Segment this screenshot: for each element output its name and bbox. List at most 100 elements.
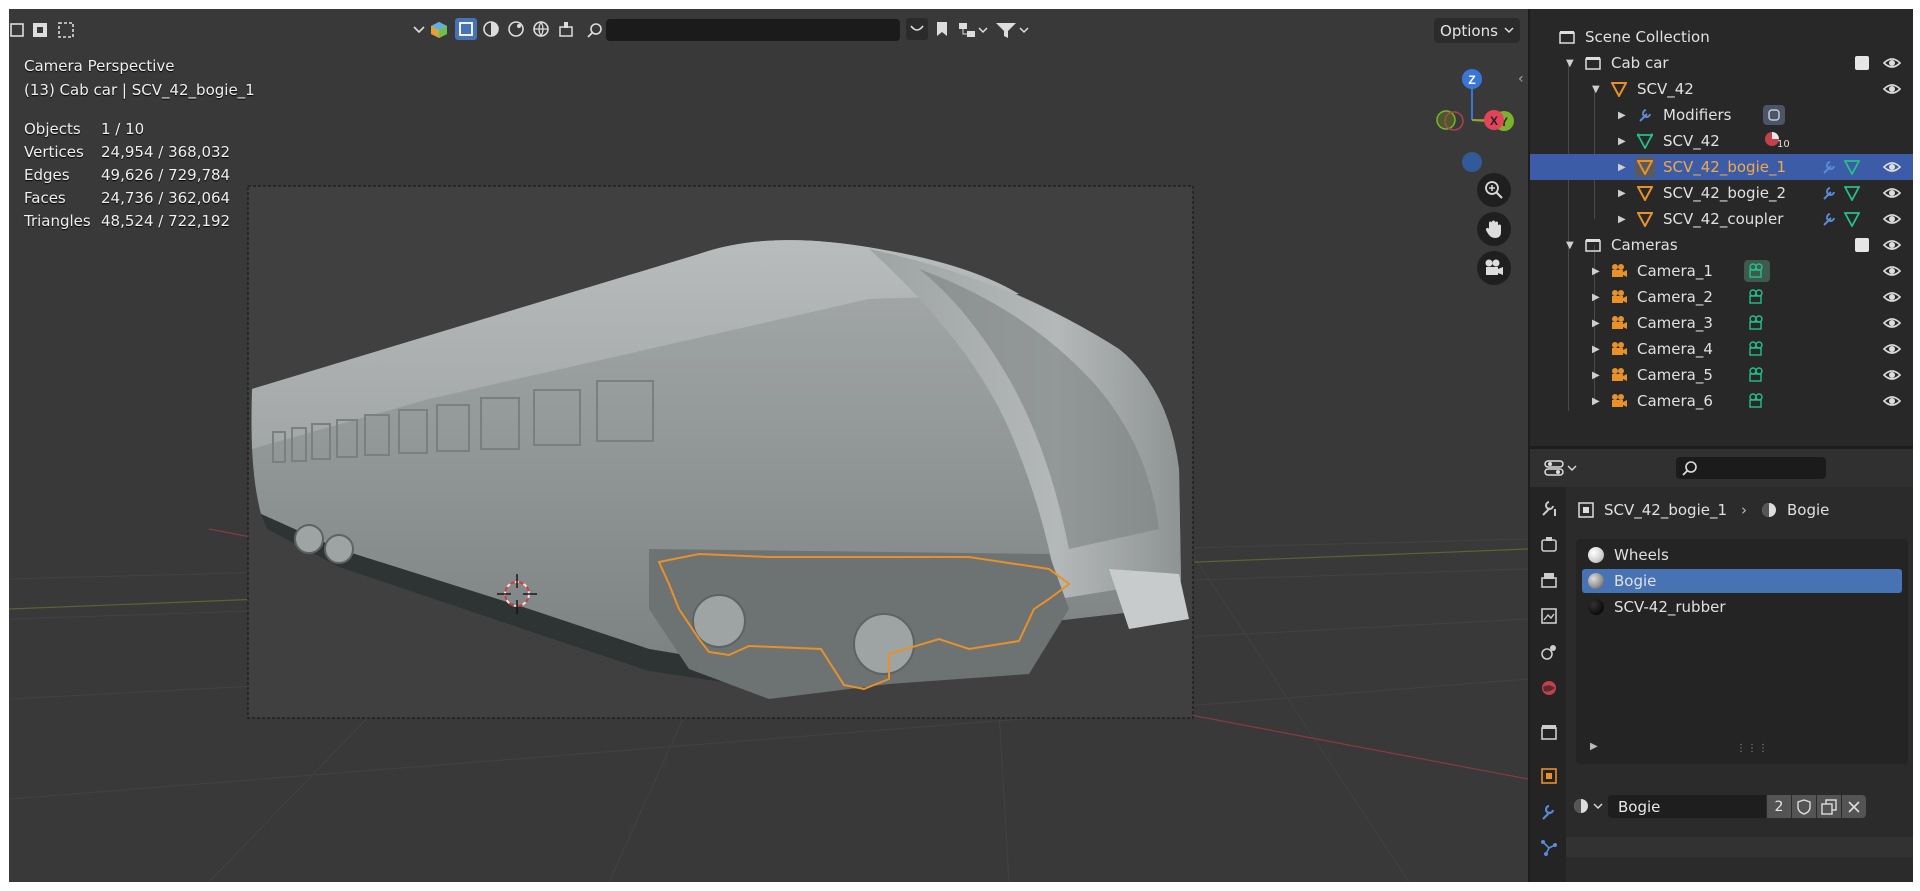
eye-icon[interactable] bbox=[1882, 313, 1902, 333]
options-dropdown[interactable]: Options bbox=[1434, 18, 1520, 43]
camera-view-icon[interactable] bbox=[1477, 251, 1511, 285]
material-name-field[interactable]: Bogie bbox=[1608, 795, 1766, 818]
eye-icon[interactable] bbox=[1882, 157, 1902, 177]
select-extend-icon[interactable] bbox=[29, 18, 51, 42]
outliner-item-modifiers[interactable]: ▶ Modifiers bbox=[1530, 102, 1913, 128]
modifier-subsurf-icon[interactable] bbox=[1763, 105, 1785, 125]
resize-handle-icon[interactable]: ⋮⋮⋮ bbox=[1736, 743, 1769, 754]
expand-toggle-icon[interactable]: ▶ bbox=[1618, 110, 1626, 121]
outliner-item-camera-4[interactable]: ▶ Camera_4 bbox=[1530, 336, 1913, 362]
expand-toggle-icon[interactable]: ▼ bbox=[1592, 84, 1600, 95]
expand-toggle-icon[interactable]: ▶ bbox=[1618, 214, 1626, 225]
outliner-item-cameras[interactable]: ▼ Cameras bbox=[1530, 232, 1913, 258]
properties-search-input[interactable] bbox=[1676, 457, 1826, 479]
viewport-search-input[interactable] bbox=[606, 19, 900, 41]
eye-icon[interactable] bbox=[1882, 365, 1902, 385]
browse-material-dropdown[interactable] bbox=[1572, 795, 1606, 817]
outliner-item-scv-42-mesh[interactable]: ▶ SCV_42 10 bbox=[1530, 128, 1913, 154]
tool-tab-icon[interactable] bbox=[1536, 495, 1562, 521]
filter-toggle-icon[interactable] bbox=[906, 18, 928, 40]
hierarchy-dropdown-icon[interactable] bbox=[957, 18, 989, 42]
expand-toggle-icon[interactable]: ▶ bbox=[1592, 266, 1600, 277]
view-layer-tab-icon[interactable] bbox=[1536, 603, 1562, 629]
material-slot-bogie[interactable]: Bogie bbox=[1582, 569, 1902, 593]
outliner-item-cab-car[interactable]: ▼ Cab car bbox=[1530, 50, 1913, 76]
solid-shading-button[interactable] bbox=[455, 18, 477, 40]
collection-tab-icon[interactable] bbox=[1536, 719, 1562, 745]
camera-data-icon[interactable] bbox=[1744, 260, 1770, 282]
expand-toggle-icon[interactable]: ▶ bbox=[1618, 188, 1626, 199]
wrench-icon[interactable] bbox=[1819, 209, 1839, 229]
outliner-item-camera-6[interactable]: ▶ Camera_6 bbox=[1530, 388, 1913, 414]
outliner-item-scene-collection[interactable]: Scene Collection bbox=[1530, 24, 1913, 50]
scene-tab-icon[interactable] bbox=[1536, 639, 1562, 665]
eye-icon[interactable] bbox=[1882, 287, 1902, 307]
material-slot-wheels[interactable]: Wheels bbox=[1582, 543, 1902, 567]
material-slot-rubber[interactable]: SCV-42_rubber bbox=[1582, 595, 1902, 619]
outliner-item-camera-1[interactable]: ▶ Camera_1 bbox=[1530, 258, 1913, 284]
eye-icon[interactable] bbox=[1882, 261, 1902, 281]
camera-data-icon[interactable] bbox=[1747, 313, 1767, 333]
camera-data-icon[interactable] bbox=[1747, 391, 1767, 411]
camera-data-icon[interactable] bbox=[1747, 365, 1767, 385]
outliner-item-camera-2[interactable]: ▶ Camera_2 bbox=[1530, 284, 1913, 310]
world-tab-icon[interactable] bbox=[1536, 675, 1562, 701]
eye-icon[interactable] bbox=[1882, 79, 1902, 99]
expand-toggle-icon[interactable]: ▶ bbox=[1590, 741, 1598, 752]
gizmo-toggle-icon[interactable] bbox=[428, 18, 450, 42]
outliner-item-camera-3[interactable]: ▶ Camera_3 bbox=[1530, 310, 1913, 336]
navigation-gizmo[interactable]: Z Y X bbox=[1409, 55, 1519, 175]
expand-toggle-icon[interactable]: ▼ bbox=[1566, 240, 1574, 251]
camera-data-icon[interactable] bbox=[1747, 339, 1767, 359]
expand-toggle-icon[interactable]: ▶ bbox=[1618, 162, 1626, 173]
fake-user-shield-icon[interactable] bbox=[1792, 795, 1816, 818]
camera-data-icon[interactable] bbox=[1747, 287, 1767, 307]
modifier-tab-icon[interactable] bbox=[1536, 799, 1562, 825]
material-users-count[interactable]: 2 bbox=[1767, 795, 1791, 818]
zoom-icon[interactable] bbox=[1477, 173, 1511, 207]
chevron-down-icon[interactable] bbox=[411, 18, 427, 42]
unlink-material-icon[interactable] bbox=[1842, 795, 1866, 818]
object-tab-icon[interactable] bbox=[1536, 763, 1562, 789]
eye-icon[interactable] bbox=[1882, 183, 1902, 203]
wrench-icon[interactable] bbox=[1819, 157, 1839, 177]
editor-type-dropdown[interactable] bbox=[1544, 457, 1580, 479]
mesh-data-icon[interactable] bbox=[1842, 157, 1862, 177]
outliner-item-scv-42-bogie-2[interactable]: ▶ SCV_42_bogie_2 bbox=[1530, 180, 1913, 206]
eye-icon[interactable] bbox=[1882, 209, 1902, 229]
duplicate-material-icon[interactable] bbox=[1817, 795, 1841, 818]
chevron-left-icon[interactable]: ‹ bbox=[1518, 71, 1524, 87]
outliner-item-scv-42[interactable]: ▼ SCV_42 bbox=[1530, 76, 1913, 102]
panel-header-partial[interactable] bbox=[1566, 837, 1913, 857]
eye-icon[interactable] bbox=[1882, 339, 1902, 359]
expand-toggle-icon[interactable]: ▶ bbox=[1592, 292, 1600, 303]
material-count-icon[interactable]: 10 bbox=[1763, 130, 1791, 152]
material-preview-icon[interactable] bbox=[480, 18, 502, 40]
eye-icon[interactable] bbox=[1882, 53, 1902, 73]
world-shading-icon[interactable] bbox=[530, 18, 552, 40]
bookmark-icon[interactable] bbox=[931, 18, 953, 40]
viewport-options-icon[interactable] bbox=[555, 18, 577, 40]
outliner-item-scv-42-coupler[interactable]: ▶ SCV_42_coupler bbox=[1530, 206, 1913, 232]
expand-toggle-icon[interactable]: ▶ bbox=[1592, 344, 1600, 355]
outliner-item-camera-5[interactable]: ▶ Camera_5 bbox=[1530, 362, 1913, 388]
output-tab-icon[interactable] bbox=[1536, 567, 1562, 593]
render-tab-icon[interactable] bbox=[1536, 531, 1562, 557]
expand-toggle-icon[interactable]: ▶ bbox=[1592, 370, 1600, 381]
exclude-checkbox[interactable] bbox=[1855, 56, 1869, 70]
select-box-icon[interactable] bbox=[9, 18, 25, 42]
mesh-data-icon[interactable] bbox=[1842, 209, 1862, 229]
particles-tab-icon[interactable] bbox=[1536, 835, 1562, 861]
eye-icon[interactable] bbox=[1882, 235, 1902, 255]
wrench-icon[interactable] bbox=[1819, 183, 1839, 203]
filter-icon[interactable] bbox=[994, 18, 1030, 42]
expand-toggle-icon[interactable]: ▶ bbox=[1592, 396, 1600, 407]
expand-toggle-icon[interactable]: ▶ bbox=[1592, 318, 1600, 329]
outliner-item-scv-42-bogie-1[interactable]: ▶ SCV_42_bogie_1 bbox=[1530, 154, 1913, 180]
expand-toggle-icon[interactable]: ▶ bbox=[1618, 136, 1626, 147]
mesh-data-icon[interactable] bbox=[1842, 183, 1862, 203]
3d-viewport[interactable]: Options Camera Perspective (13) Cab car … bbox=[9, 9, 1528, 882]
pan-hand-icon[interactable] bbox=[1477, 212, 1511, 246]
expand-toggle-icon[interactable]: ▼ bbox=[1566, 58, 1574, 69]
eye-icon[interactable] bbox=[1882, 391, 1902, 411]
